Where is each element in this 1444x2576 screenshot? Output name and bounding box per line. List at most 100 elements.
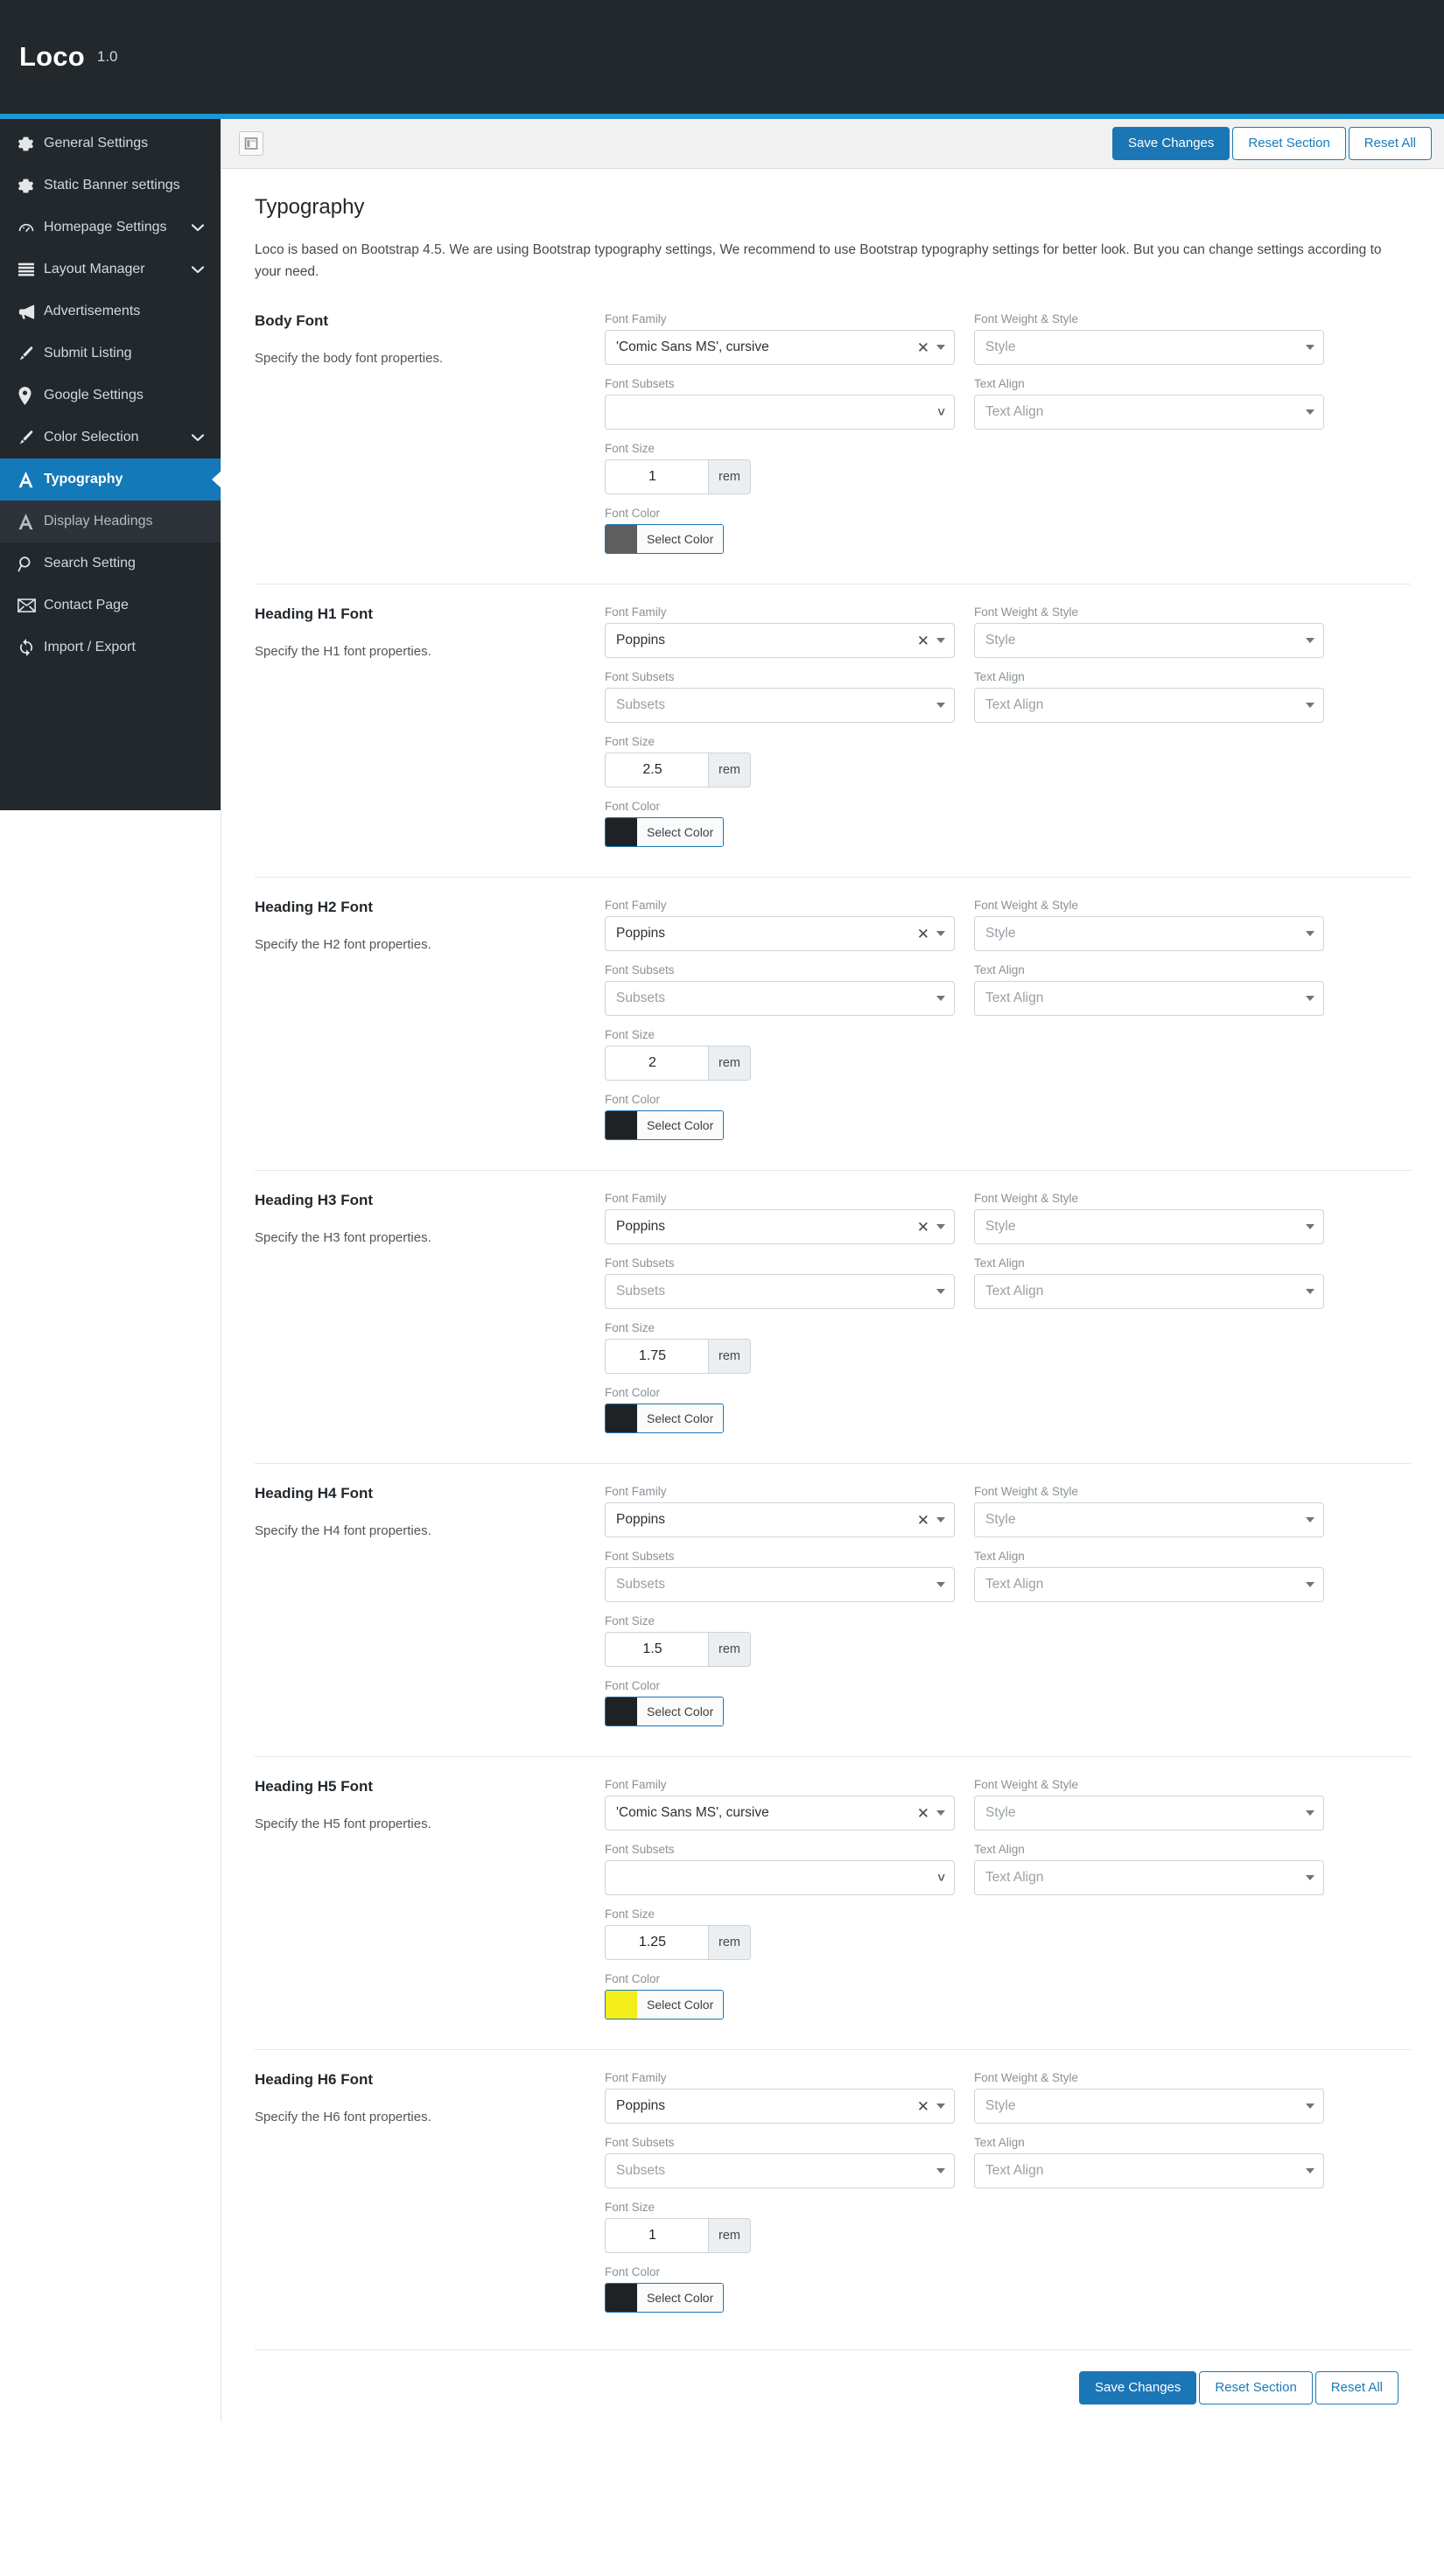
text-align-select[interactable]: Text Align	[974, 1274, 1324, 1310]
sidebar-item-search-setting[interactable]: Search Setting	[0, 542, 221, 584]
dropdown-arrow-icon[interactable]	[1306, 931, 1314, 937]
dropdown-arrow-icon[interactable]	[936, 2104, 945, 2110]
dropdown-arrow-icon[interactable]	[1306, 996, 1314, 1002]
dropdown-arrow-icon[interactable]	[936, 345, 945, 351]
chevron-down-icon[interactable]	[191, 433, 205, 442]
dropdown-arrow-icon[interactable]	[1306, 638, 1314, 644]
text-align-select[interactable]: Text Align	[974, 395, 1324, 430]
dropdown-arrow-icon[interactable]	[1306, 703, 1314, 709]
sidebar-item-google-settings[interactable]: Google Settings	[0, 374, 221, 416]
dropdown-arrow-icon[interactable]	[1306, 1875, 1314, 1881]
font-subsets-select[interactable]: Subsets	[605, 688, 955, 724]
font-subsets-select[interactable]: Subsets	[605, 1567, 955, 1603]
font-size-input[interactable]	[605, 1632, 708, 1668]
sidebar-item-layout-manager[interactable]: Layout Manager	[0, 248, 221, 290]
dropdown-arrow-icon[interactable]	[1306, 1224, 1314, 1230]
reset-section-button-top[interactable]: Reset Section	[1232, 127, 1346, 160]
dropdown-arrow-icon[interactable]	[936, 1517, 945, 1523]
chevron-down-icon[interactable]: ˅	[937, 406, 945, 419]
font-weight-style-select[interactable]: Style	[974, 330, 1324, 366]
font-weight-style-select[interactable]: Style	[974, 1209, 1324, 1245]
font-subsets-select[interactable]: ˅	[605, 395, 955, 430]
dropdown-arrow-icon[interactable]	[936, 1224, 945, 1230]
dropdown-arrow-icon[interactable]	[936, 931, 945, 937]
font-weight-style-select[interactable]: Style	[974, 1502, 1324, 1538]
font-color-picker[interactable]: Select Color	[605, 524, 725, 555]
reset-section-button-bottom[interactable]: Reset Section	[1199, 2371, 1313, 2405]
font-family-select[interactable]: Poppins ✕	[605, 623, 955, 659]
dropdown-arrow-icon[interactable]	[936, 703, 945, 709]
clear-x-icon[interactable]: ✕	[914, 927, 936, 942]
sidebar-item-homepage-settings[interactable]: Homepage Settings	[0, 206, 221, 248]
font-color-picker[interactable]: Select Color	[605, 1110, 725, 1141]
dropdown-arrow-icon[interactable]	[1306, 1289, 1314, 1295]
dropdown-arrow-icon[interactable]	[1306, 2104, 1314, 2110]
font-color-picker[interactable]: Select Color	[605, 817, 725, 848]
dropdown-arrow-icon[interactable]	[936, 1289, 945, 1295]
font-size-input[interactable]	[605, 1925, 708, 1961]
text-align-select[interactable]: Text Align	[974, 1860, 1324, 1896]
font-family-select[interactable]: Poppins ✕	[605, 2089, 955, 2124]
save-changes-button-top[interactable]: Save Changes	[1112, 127, 1230, 160]
sidebar-item-static-banner-settings[interactable]: Static Banner settings	[0, 164, 221, 206]
panel-layout-icon[interactable]	[239, 131, 263, 156]
font-weight-style-select[interactable]: Style	[974, 916, 1324, 952]
dropdown-arrow-icon[interactable]	[1306, 2168, 1314, 2174]
font-size-input[interactable]	[605, 459, 708, 495]
clear-x-icon[interactable]: ✕	[914, 1220, 936, 1235]
sidebar-item-display-headings[interactable]: Display Headings	[0, 500, 221, 542]
font-family-select[interactable]: Poppins ✕	[605, 916, 955, 952]
font-family-select[interactable]: 'Comic Sans MS', cursive ✕	[605, 1796, 955, 1831]
font-weight-style-select[interactable]: Style	[974, 623, 1324, 659]
sidebar-item-color-selection[interactable]: Color Selection	[0, 416, 221, 458]
font-weight-style-select[interactable]: Style	[974, 1796, 1324, 1831]
sidebar-item-advertisements[interactable]: Advertisements	[0, 290, 221, 332]
font-size-input[interactable]	[605, 1046, 708, 1082]
sidebar-item-general-settings[interactable]: General Settings	[0, 122, 221, 164]
font-size-input[interactable]	[605, 752, 708, 788]
chevron-down-icon[interactable]	[191, 223, 205, 232]
text-align-select[interactable]: Text Align	[974, 981, 1324, 1017]
font-subsets-select[interactable]: Subsets	[605, 981, 955, 1017]
reset-all-button-top[interactable]: Reset All	[1348, 127, 1432, 160]
dropdown-arrow-icon[interactable]	[936, 2168, 945, 2174]
save-changes-button-bottom[interactable]: Save Changes	[1079, 2371, 1197, 2405]
dropdown-arrow-icon[interactable]	[1306, 410, 1314, 416]
dropdown-arrow-icon[interactable]	[1306, 1810, 1314, 1816]
font-family-select[interactable]: Poppins ✕	[605, 1209, 955, 1245]
font-color-picker[interactable]: Select Color	[605, 1697, 725, 1727]
font-subsets-select[interactable]: Subsets	[605, 1274, 955, 1310]
sidebar-item-contact-page[interactable]: Contact Page	[0, 584, 221, 626]
text-align-select[interactable]: Text Align	[974, 688, 1324, 724]
font-color-picker[interactable]: Select Color	[605, 1404, 725, 1434]
font-color-picker[interactable]: Select Color	[605, 1990, 725, 2020]
font-weight-style-select[interactable]: Style	[974, 2089, 1324, 2124]
font-subsets-select[interactable]: ˅	[605, 1860, 955, 1896]
clear-x-icon[interactable]: ✕	[914, 1513, 936, 1528]
clear-x-icon[interactable]: ✕	[914, 340, 936, 355]
dropdown-arrow-icon[interactable]	[936, 1810, 945, 1816]
sidebar-item-submit-listing[interactable]: Submit Listing	[0, 332, 221, 374]
sidebar-item-typography[interactable]: Typography	[0, 458, 221, 500]
font-size-input[interactable]	[605, 1339, 708, 1375]
clear-x-icon[interactable]: ✕	[914, 1806, 936, 1821]
clear-x-icon[interactable]: ✕	[914, 2099, 936, 2114]
dropdown-arrow-icon[interactable]	[1306, 1517, 1314, 1523]
dropdown-arrow-icon[interactable]	[936, 996, 945, 1002]
font-color-picker[interactable]: Select Color	[605, 2283, 725, 2314]
font-family-select[interactable]: Poppins ✕	[605, 1502, 955, 1538]
dropdown-arrow-icon[interactable]	[936, 1582, 945, 1588]
dropdown-arrow-icon[interactable]	[1306, 1582, 1314, 1588]
reset-all-button-bottom[interactable]: Reset All	[1314, 2371, 1398, 2405]
dropdown-arrow-icon[interactable]	[936, 638, 945, 644]
clear-x-icon[interactable]: ✕	[914, 634, 936, 648]
chevron-down-icon[interactable]	[191, 265, 205, 274]
sidebar-item-import-export[interactable]: Import / Export	[0, 626, 221, 668]
text-align-select[interactable]: Text Align	[974, 1567, 1324, 1603]
font-subsets-select[interactable]: Subsets	[605, 2153, 955, 2189]
font-size-input[interactable]	[605, 2218, 708, 2254]
font-family-select[interactable]: 'Comic Sans MS', cursive ✕	[605, 330, 955, 366]
text-align-select[interactable]: Text Align	[974, 2153, 1324, 2189]
dropdown-arrow-icon[interactable]	[1306, 345, 1314, 351]
chevron-down-icon[interactable]: ˅	[937, 1872, 945, 1885]
